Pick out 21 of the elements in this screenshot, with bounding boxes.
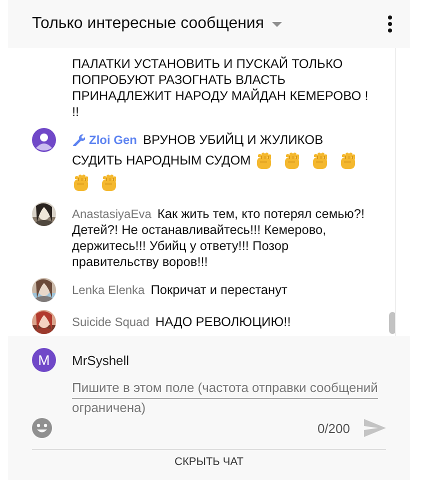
message-text: Suicide Squad НАДО РЕВОЛЮЦИЮ!! — [72, 313, 292, 331]
raised-fist-icon — [254, 152, 273, 170]
raised-fist-icon — [100, 174, 118, 192]
message-text: Lenka Elenka Покричат и перестанут — [72, 281, 288, 299]
author-name: MrSyshell — [72, 353, 130, 368]
dropdown-icon[interactable] — [272, 22, 282, 26]
send-icon[interactable] — [364, 419, 386, 437]
message-text: AnastasiyaEva Как жить тем, кто потерял семью?! Детей?! Не останавливайтесь!!! Кемерово, держитесь!!! Убийц у ответу!!! Позор правительству воров!!! — [72, 205, 366, 270]
avatar-icon — [32, 128, 56, 152]
hide-chat-button[interactable]: СКРЫТЬ ЧАТ — [174, 456, 244, 469]
raised-fist-icon — [338, 152, 357, 170]
message-text: ПАЛАТКИ УСТАНОВИТЬ И ПУСКАЙ ТОЛЬКО ПОПРОБУЮТ РАЗОГНАТЬ ВЛАСТЬ ПРИНАДЛЕЖИТ НАРОДУ МАЙДАН КЕМЕРОВО ! !! — [72, 55, 370, 120]
raised-fist-icon — [310, 152, 329, 170]
raised-fist-icon — [282, 152, 301, 170]
emoji-icon[interactable] — [32, 418, 52, 438]
raised-fist-icon — [72, 174, 90, 192]
scrollbar-thumb[interactable] — [389, 312, 395, 334]
character-counter: 0/200 — [317, 420, 350, 436]
message-text: Zloi Gen ВРУНОВ УБИЙЦ И ЖУЛИКОВ СУДИТЬ НАРОДНЫМ СУДОМ — [72, 128, 372, 194]
more-menu-icon[interactable] — [388, 15, 392, 33]
user-avatar: M — [32, 348, 56, 372]
